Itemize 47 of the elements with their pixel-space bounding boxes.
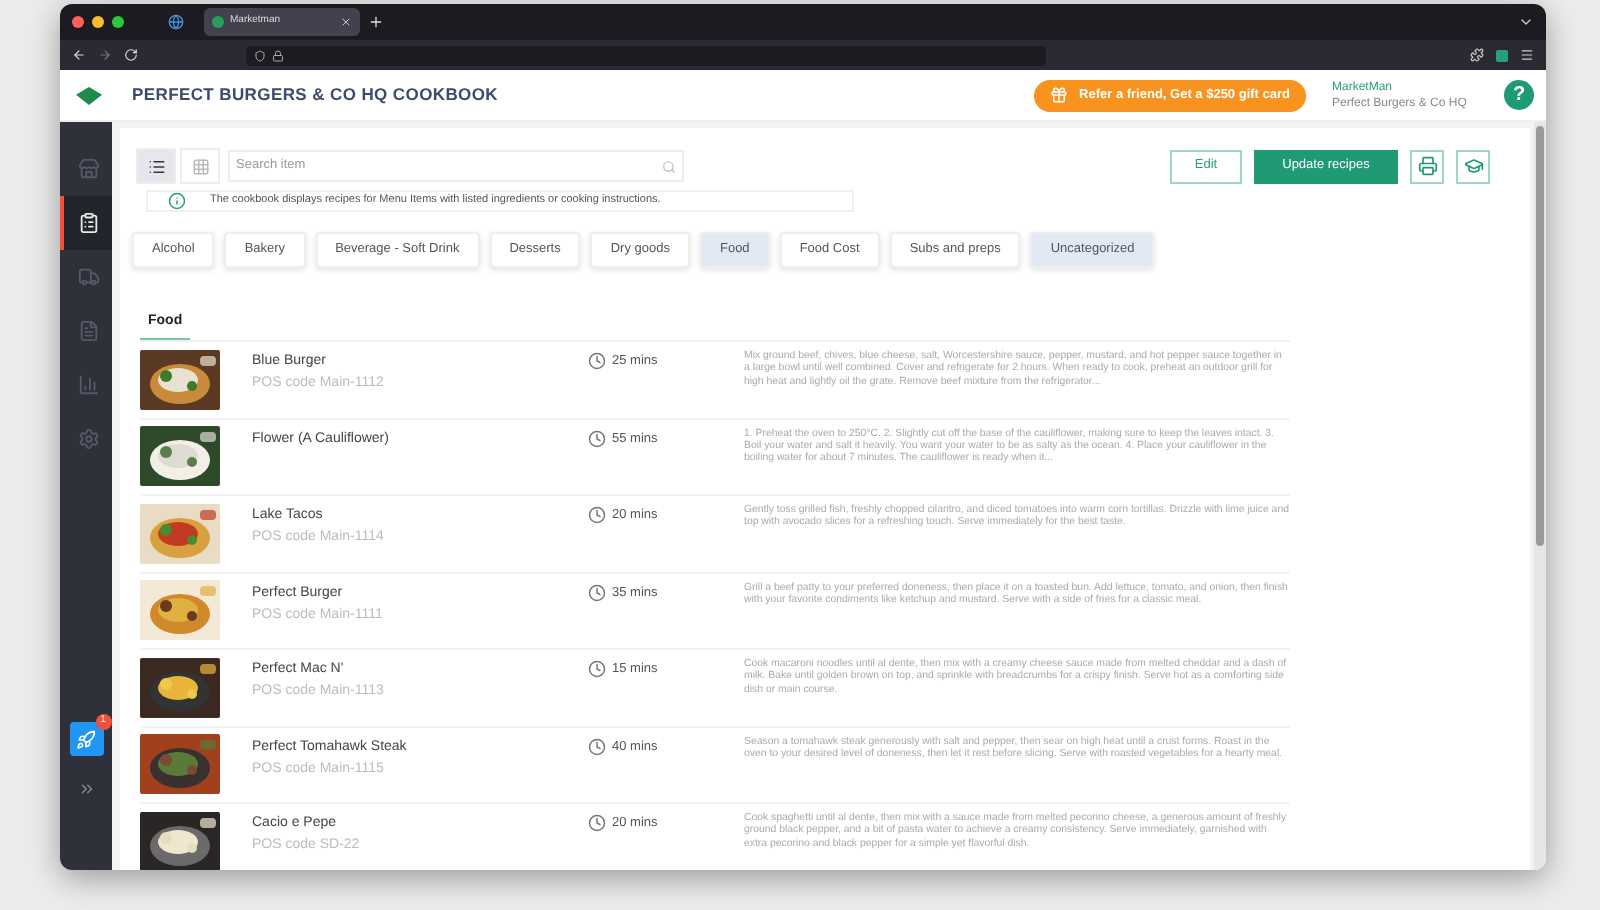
reload-icon[interactable]: [124, 48, 138, 62]
clock-icon: [588, 352, 606, 371]
site-logo-icon: [212, 16, 224, 28]
printer-icon: [1417, 156, 1437, 176]
minimize-window-control[interactable]: [92, 16, 104, 28]
lock-icon: [272, 49, 284, 61]
info-icon: [168, 192, 186, 210]
logo-icon: [76, 85, 102, 105]
expand-icon[interactable]: [77, 780, 95, 798]
rocket-icon: [76, 729, 96, 749]
launch-button[interactable]: [69, 722, 103, 756]
truck-icon: [77, 266, 99, 288]
sidebar-item[interactable]: [60, 196, 112, 250]
list-view-button[interactable]: [136, 148, 176, 184]
clock-icon: [588, 506, 606, 525]
close-icon[interactable]: [340, 16, 352, 28]
clipboard-icon: [77, 212, 99, 234]
store-icon: [77, 158, 99, 180]
back-icon[interactable]: [72, 48, 86, 62]
graduation-cap-icon: [1463, 156, 1483, 176]
tab-list-icon[interactable]: [1518, 14, 1534, 30]
grid-icon: [191, 157, 209, 175]
clock-icon: [588, 429, 606, 448]
extension-icon[interactable]: [1470, 48, 1484, 62]
settings-icon: [77, 428, 99, 450]
extension-icon[interactable]: [1496, 49, 1508, 61]
clock-icon: [588, 814, 606, 833]
clock-icon: [588, 583, 606, 602]
menu-icon[interactable]: [1520, 48, 1534, 62]
help-button[interactable]: ?: [1504, 80, 1534, 110]
page-title: PERFECT BURGERS & CO HQ COOKBOOK: [132, 82, 499, 108]
list-icon: [147, 157, 165, 175]
globe-icon[interactable]: [168, 14, 184, 30]
print-button[interactable]: [1410, 149, 1444, 183]
close-window-control[interactable]: [72, 16, 84, 28]
training-button[interactable]: [1456, 149, 1490, 183]
gift-icon: [1049, 86, 1068, 104]
address-field[interactable]: [246, 45, 1046, 65]
clock-icon: [588, 660, 606, 679]
document-icon: [77, 320, 99, 342]
shield-icon: [254, 49, 266, 61]
forward-icon[interactable]: [98, 48, 112, 62]
bar-chart-icon: [77, 374, 99, 396]
maximize-window-control[interactable]: [112, 16, 124, 28]
new-tab-icon[interactable]: [368, 14, 384, 30]
search-icon: [662, 159, 676, 173]
clock-icon: [588, 737, 606, 756]
